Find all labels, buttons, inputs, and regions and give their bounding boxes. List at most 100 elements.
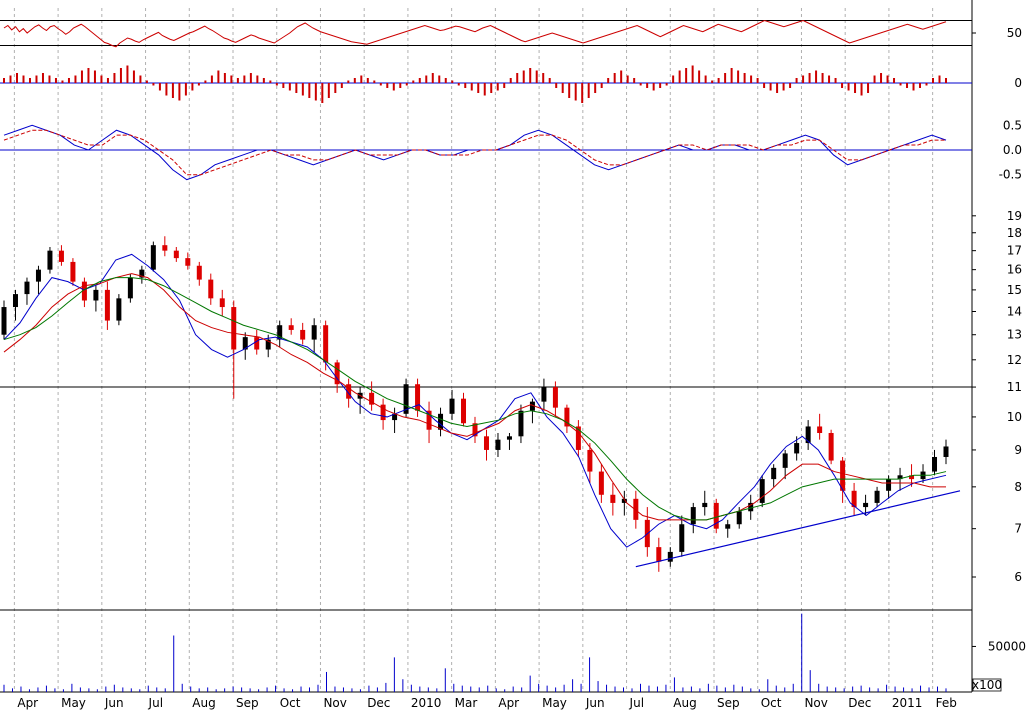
candle-body [185, 258, 191, 266]
candle-body [541, 387, 547, 402]
price-tick-label: 12 [1007, 353, 1022, 367]
price-tick-label: 7 [1014, 522, 1022, 536]
volume-tick-label: 50000 [988, 639, 1026, 653]
candle-body [300, 329, 306, 340]
x-tick-label: Aug [673, 696, 696, 710]
candle-body [874, 490, 880, 503]
histogram-tick-label: 0 [1014, 76, 1022, 90]
candle-body [886, 479, 892, 491]
candle-body [828, 432, 834, 461]
candle-body [518, 410, 524, 437]
price-tick-label: 9 [1014, 443, 1022, 457]
x-tick-label: Aug [192, 696, 215, 710]
price-tick-label: 10 [1007, 410, 1022, 424]
candle-body [759, 479, 765, 503]
candle-body [656, 547, 662, 562]
candle-body [817, 426, 823, 433]
candle-body [93, 289, 99, 301]
x-tick-label: Nov [804, 696, 827, 710]
rsi-tick-label: 50 [1007, 26, 1022, 40]
candle-body [231, 307, 237, 350]
candle-body [173, 250, 179, 259]
candle-body [12, 294, 18, 308]
candle-body [438, 413, 444, 430]
candles [1, 236, 949, 572]
candle-body [932, 456, 938, 472]
candle-body [449, 398, 455, 414]
x-tick-label: Sep [236, 696, 259, 710]
candle-body [725, 524, 731, 529]
candle-body [24, 281, 30, 295]
candle-body [587, 449, 593, 472]
candle-body [863, 502, 869, 508]
candle-body [162, 245, 168, 251]
x-tick-label: Dec [367, 696, 390, 710]
price-tick-label: 15 [1007, 283, 1022, 297]
price-tick-label: 11 [1007, 380, 1022, 394]
candle-body [219, 298, 225, 308]
x-tick-label: Jun [104, 696, 124, 710]
volume-unit-label: x100 [972, 678, 1002, 692]
candle-body [667, 551, 673, 562]
x-tick-label: Apr [498, 696, 519, 710]
candle-body [254, 337, 260, 350]
x-tick-label: Dec [848, 696, 871, 710]
candle-body [506, 436, 512, 440]
price-tick-label: 17 [1007, 244, 1022, 258]
x-tick-label: Jul [148, 696, 163, 710]
x-tick-label: May [61, 696, 86, 710]
candle-body [495, 439, 501, 450]
x-tick-label: Oct [761, 696, 782, 710]
candle-body [323, 325, 329, 363]
candle-body [288, 325, 294, 330]
x-tick-label: Sep [717, 696, 740, 710]
candle-body [116, 298, 122, 321]
stock-chart: 50 0 0.5 0.0 -0.5 19 18 17 16 15 14 13 12 11 10 9 8 7 6 500… [0, 0, 1030, 711]
candle-body [415, 384, 421, 411]
candle-body [483, 436, 489, 450]
candle-body [150, 245, 156, 270]
candle-body [70, 261, 76, 282]
candle-body [794, 443, 800, 454]
candle-body [311, 325, 317, 340]
candle-body [47, 250, 53, 270]
x-tick-label: 2010 [411, 696, 442, 710]
candle-body [782, 453, 788, 468]
x-tick-label: 2011 [892, 696, 923, 710]
price-tick-label: 19 [1007, 209, 1022, 223]
candle-body [104, 289, 110, 321]
price-tick-label: 18 [1007, 226, 1022, 240]
month-gridlines [13, 8, 934, 692]
candle-body [127, 277, 133, 299]
x-tick-label: Jul [629, 696, 644, 710]
x-tick-label: Oct [280, 696, 301, 710]
price-tick-label: 6 [1014, 570, 1022, 584]
macd-tick-label: -0.5 [999, 168, 1022, 182]
candle-body [805, 426, 811, 444]
x-tick-label: Nov [323, 696, 346, 710]
price-tick-label: 16 [1007, 263, 1022, 277]
candle-body [552, 387, 558, 408]
x-tick-label: Mar [455, 696, 478, 710]
price-tick-label: 14 [1007, 304, 1022, 318]
x-tick-label: May [542, 696, 567, 710]
candle-body [461, 398, 467, 424]
candle-body [736, 511, 742, 525]
candle-body [771, 467, 777, 480]
x-tick-label: Jun [585, 696, 605, 710]
price-tick-label: 8 [1014, 480, 1022, 494]
candle-body [35, 269, 41, 282]
candle-body [690, 507, 696, 525]
candle-body [1, 307, 7, 335]
support-trendline [635, 490, 961, 568]
macd-tick-label: 0.0 [1003, 143, 1022, 157]
candle-body [58, 250, 64, 262]
candle-body [702, 502, 708, 508]
candle-body [598, 471, 604, 495]
candle-body [610, 494, 616, 503]
candle-body [943, 446, 949, 457]
candle-body [208, 279, 214, 299]
chart-svg: 50 0 0.5 0.0 -0.5 19 18 17 16 15 14 13 12 11 10 9 8 7 6 500… [0, 0, 1026, 710]
macd-tick-label: 0.5 [1003, 118, 1022, 132]
x-tick-label: Apr [17, 696, 38, 710]
